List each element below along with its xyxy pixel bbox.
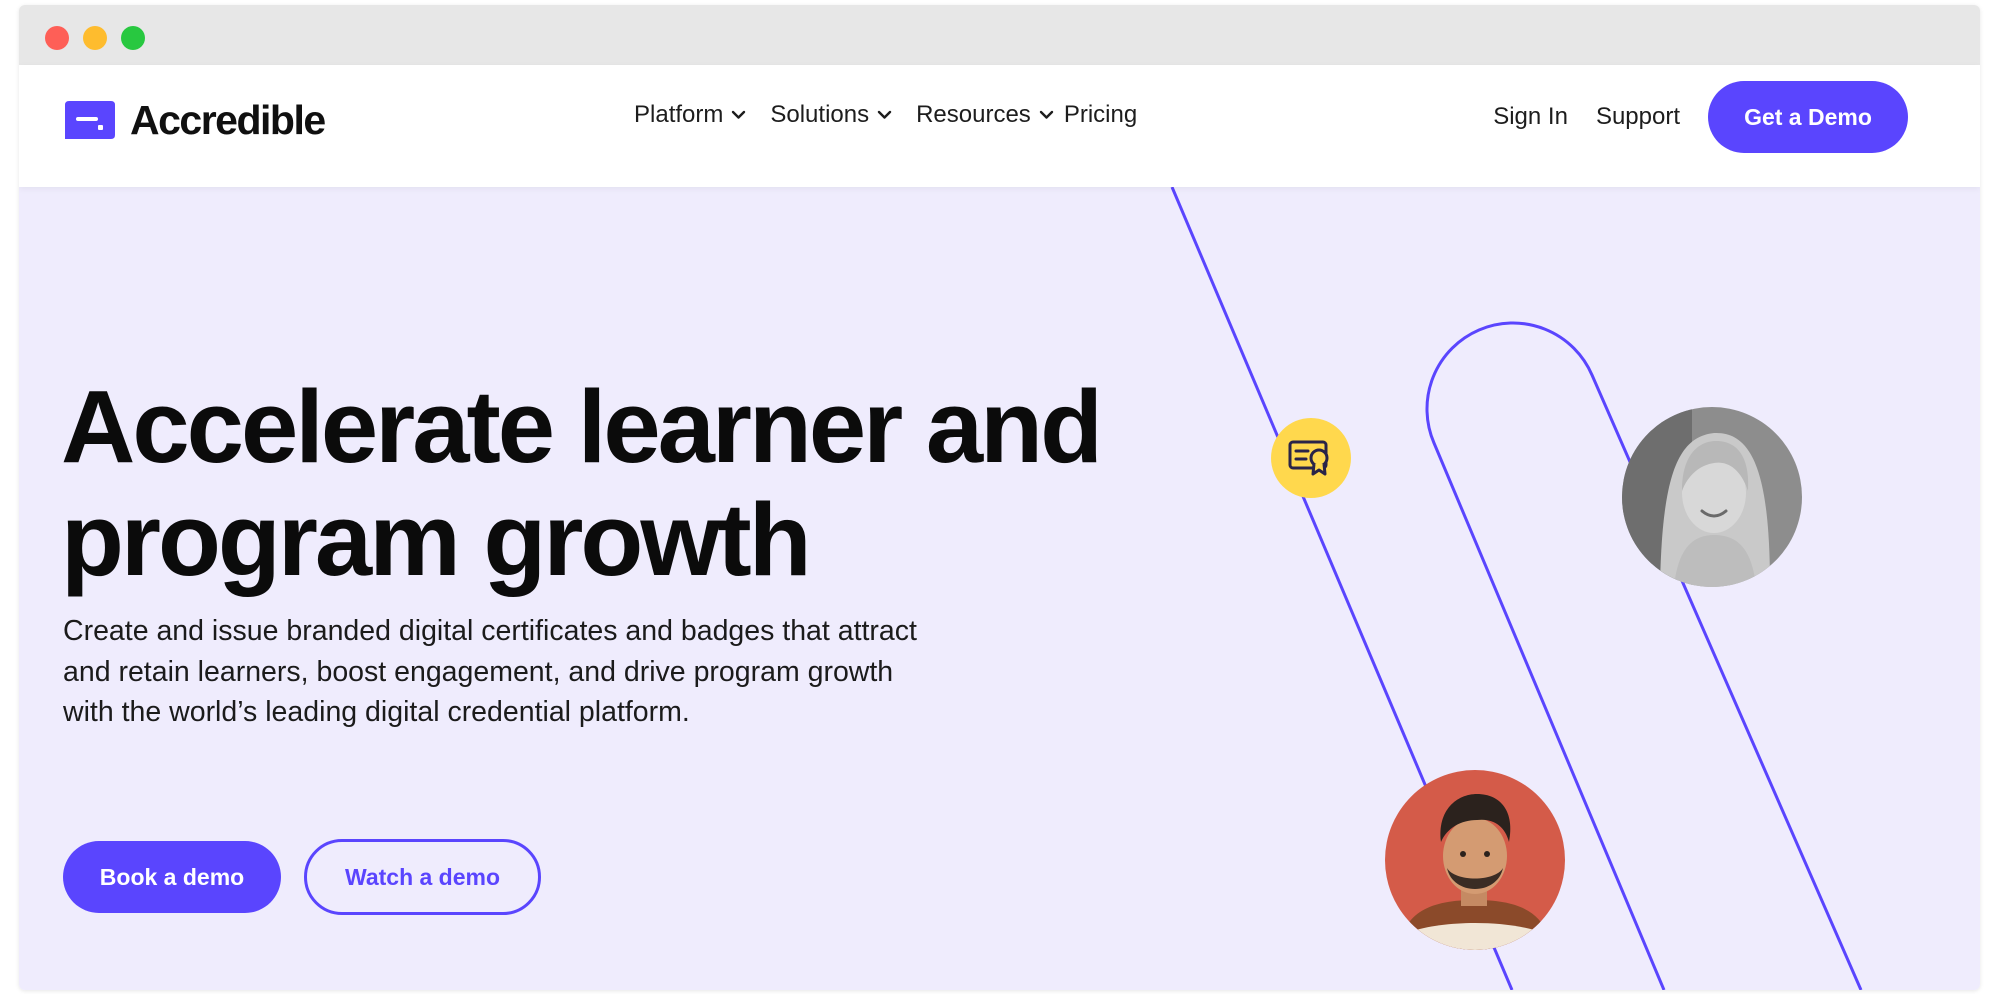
- nav-item-solutions[interactable]: Solutions: [770, 101, 892, 129]
- sign-in-link[interactable]: Sign In: [1493, 103, 1568, 131]
- logo-wordmark: Accredible: [130, 96, 326, 143]
- woman-portrait-avatar: [1622, 407, 1802, 587]
- hero-title: Accelerate learner and program growth: [61, 370, 1281, 596]
- woman-portrait-image: [1622, 407, 1802, 587]
- site-header: Accredible Platform Solutions Resources …: [19, 65, 1980, 187]
- hero-title-line: program growth: [61, 482, 812, 597]
- window-titlebar: [19, 5, 1980, 65]
- man-portrait-image: [1385, 770, 1565, 950]
- nav-item-resources[interactable]: Resources: [916, 101, 1054, 129]
- close-window-button[interactable]: [45, 26, 69, 50]
- book-a-demo-button[interactable]: Book a demo: [63, 841, 281, 913]
- chevron-down-icon: [1039, 110, 1054, 119]
- accredible-logo[interactable]: Accredible: [63, 95, 326, 145]
- nav-item-label: Resources: [916, 101, 1031, 128]
- main-navigation: Platform Solutions Resources Pricing: [634, 101, 1161, 129]
- certificate-icon: [1288, 440, 1329, 476]
- chevron-down-icon: [877, 110, 892, 119]
- watch-a-demo-button[interactable]: Watch a demo: [304, 839, 541, 915]
- hero-section: Accelerate learner and program growth Cr…: [19, 187, 1980, 990]
- support-link[interactable]: Support: [1596, 103, 1680, 131]
- header-actions: Sign In Support Get a Demo: [1493, 81, 1908, 153]
- man-portrait-avatar: [1385, 770, 1565, 950]
- get-a-demo-button[interactable]: Get a Demo: [1708, 81, 1908, 153]
- nav-item-label: Solutions: [770, 101, 870, 128]
- nav-item-pricing[interactable]: Pricing: [1064, 101, 1137, 129]
- chevron-down-icon: [732, 110, 746, 119]
- hero-cta-group: Book a demo Watch a demo: [63, 839, 541, 915]
- hero-description: Create and issue branded digital certifi…: [63, 615, 917, 728]
- maximize-window-button[interactable]: [121, 26, 145, 50]
- nav-item-label: Pricing: [1063, 101, 1138, 128]
- hero-title-line: Accelerate learner and: [61, 369, 1103, 484]
- accredible-logo-icon: [65, 101, 115, 139]
- minimize-window-button[interactable]: [83, 26, 107, 50]
- nav-item-label: Platform: [634, 101, 724, 128]
- nav-item-platform[interactable]: Platform: [634, 101, 746, 129]
- browser-window: Accredible Platform Solutions Resources …: [19, 5, 1980, 990]
- certificate-badge: [1271, 418, 1351, 498]
